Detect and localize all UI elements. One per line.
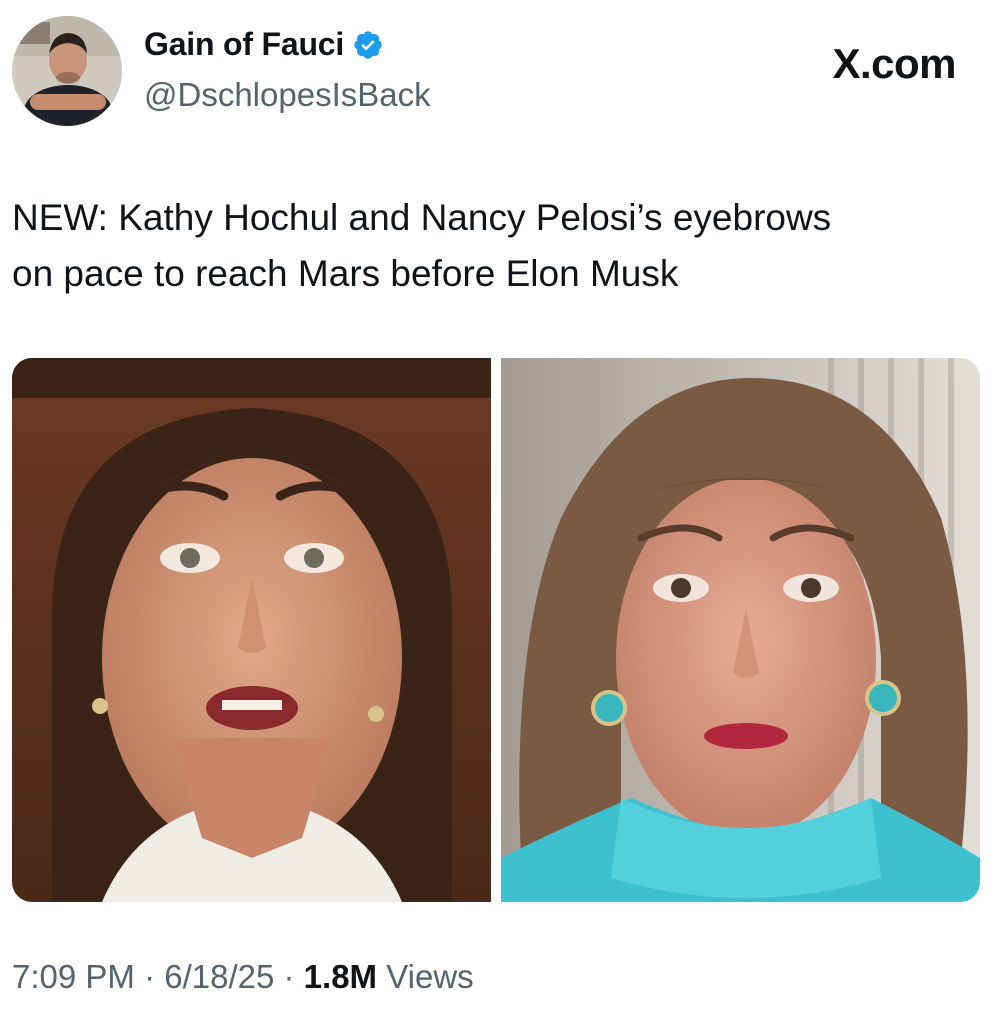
photo-left[interactable] [12,358,491,902]
tweet-time[interactable]: 7:09 PM [12,958,135,995]
avatar-image [12,16,122,126]
views-count[interactable]: 1.8M [304,958,377,995]
photo-right[interactable] [501,358,980,902]
tweet-media[interactable] [12,358,980,902]
views-label: Views [377,958,474,995]
meta-separator: · [274,958,304,995]
author-avatar[interactable] [12,16,122,126]
author-display-name[interactable]: Gain of Fauci [144,26,344,63]
meta-separator: · [134,958,165,995]
author-handle[interactable]: @DschlopesIsBack [144,76,431,114]
portrait-image-right [501,358,980,902]
tweet-date[interactable]: 6/18/25 [164,958,274,995]
tweet-header: Gain of Fauci @DschlopesIsBack X.com [0,0,990,150]
portrait-image-left [12,358,491,902]
tweet-meta: 7:09 PM · 6/18/25 · 1.8M Views [12,958,474,996]
brand-label: X.com [832,40,956,87]
tweet-text: NEW: Kathy Hochul and Nancy Pelosi’s eye… [12,197,832,294]
verified-badge-icon [352,29,384,61]
author-name-row: Gain of Fauci [144,26,384,63]
